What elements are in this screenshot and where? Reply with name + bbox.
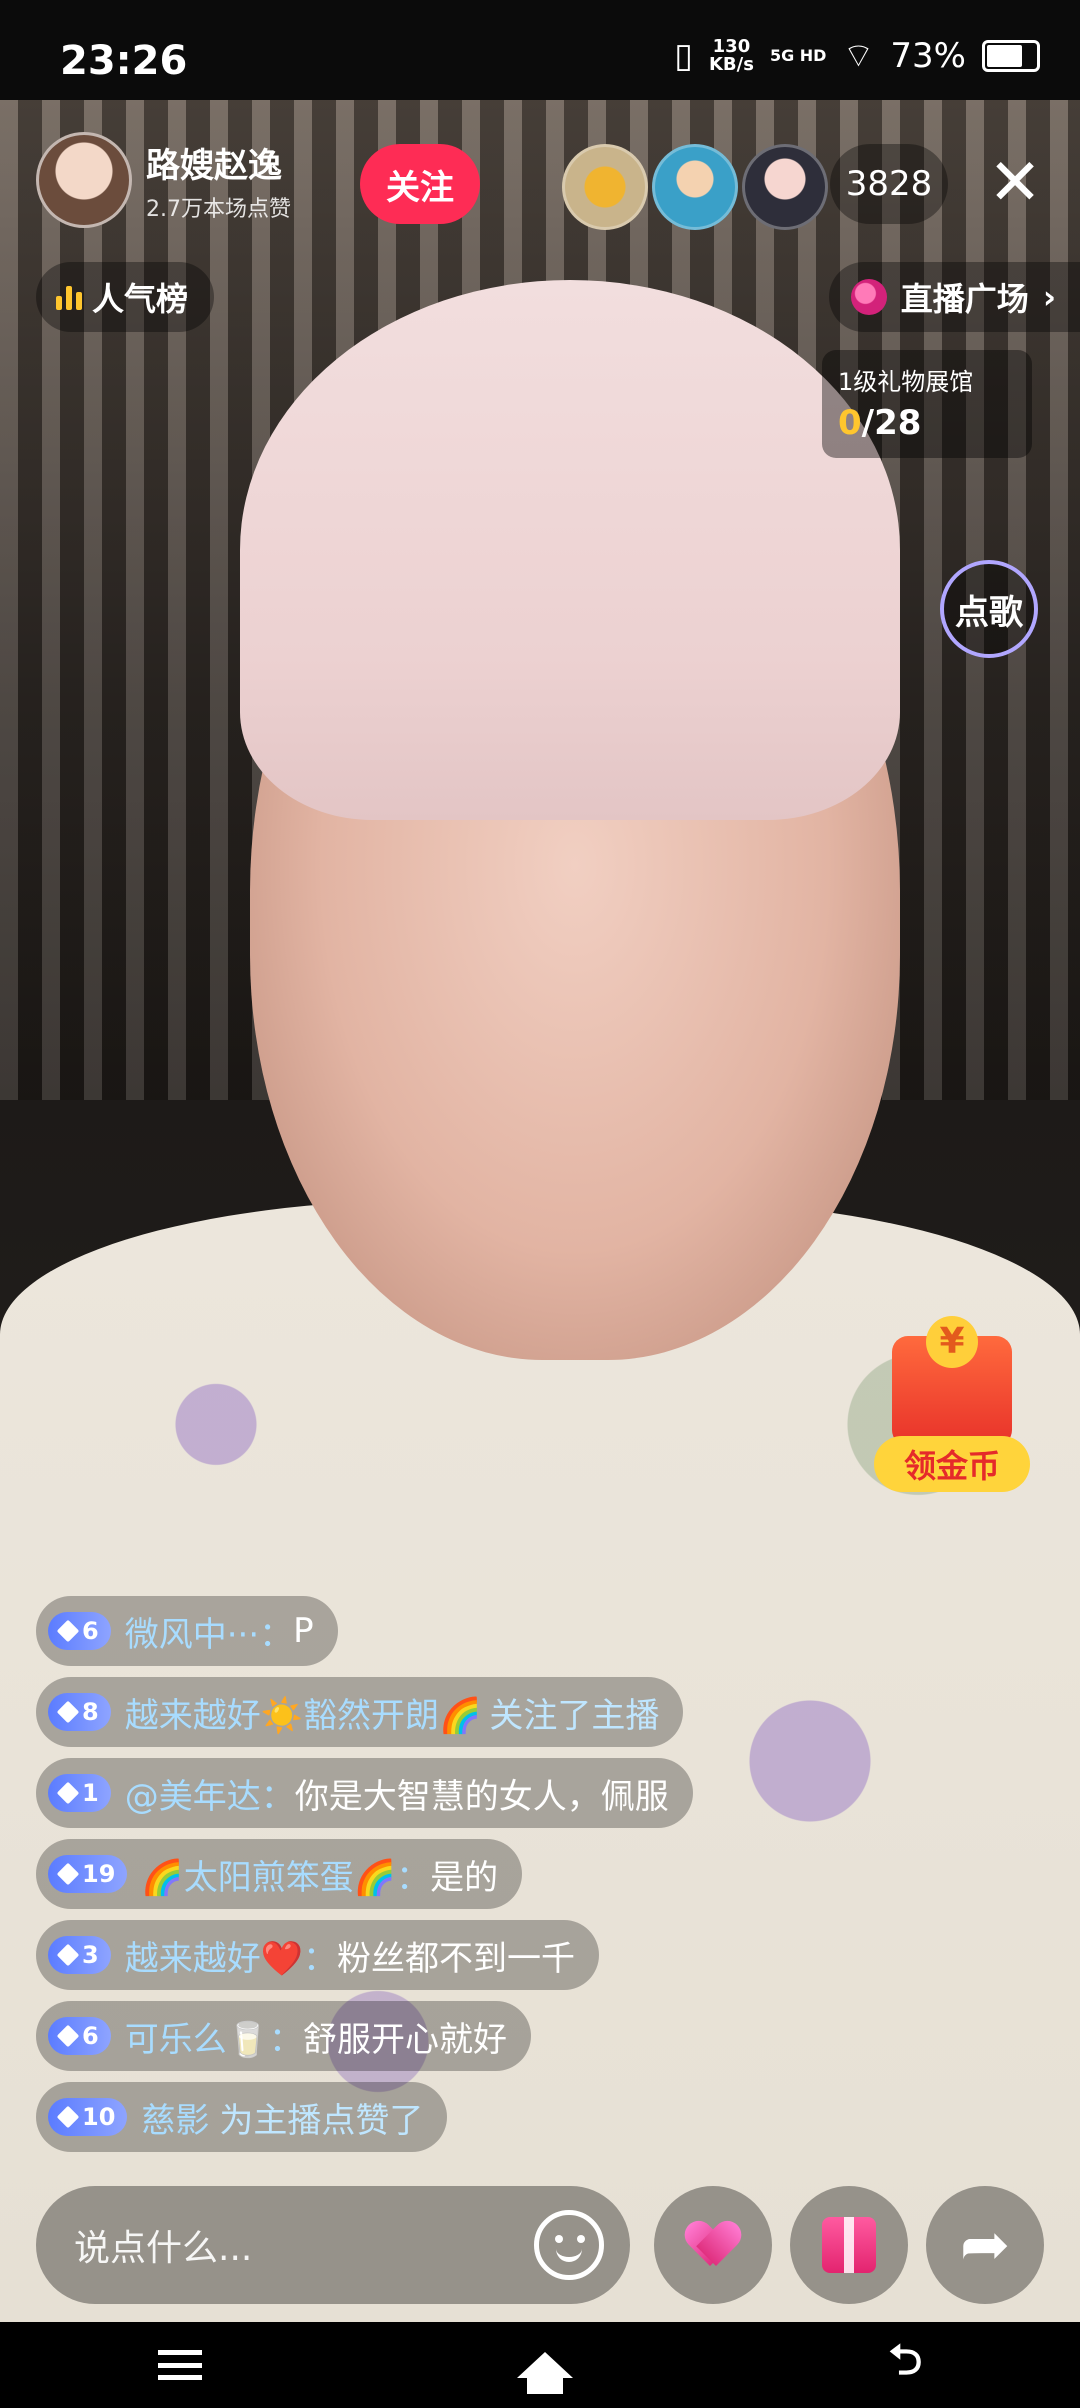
host-name: 路嫂赵逸 [146,145,282,186]
live-square-label: 直播广场 [900,280,1029,318]
gift-hall-title: 1级礼物展馆 [838,368,974,396]
gift-icon [822,2217,876,2273]
chat-username[interactable]: 微风中···： [125,1607,293,1656]
wifi-icon: ⌔ [842,36,875,76]
gift-hall-current: 0 [838,403,862,443]
treasure-chest-icon [892,1316,1012,1446]
follow-button[interactable]: 关注 [360,144,480,224]
popularity-rank-button[interactable]: 人气榜 [36,262,215,332]
chevron-right-icon: › [1042,278,1056,316]
host-info[interactable]: 路嫂赵逸 2.7万本场点赞 [36,132,291,228]
fan-level: 8 [82,1698,99,1726]
fan-level-badge: 3 [48,1936,111,1974]
comment-input[interactable]: 说点什么... [36,2186,630,2304]
battery-icon [982,39,1040,72]
status-icons: ▯ 130 KB/s 5G HD ⌔ 73% [674,34,1040,77]
host-likes: 2.7万本场点赞 [146,196,291,222]
emoji-icon[interactable] [534,2210,604,2280]
menu-icon[interactable] [157,2350,202,2380]
heart-icon [688,2222,738,2268]
chat-message[interactable]: 6 微风中···： P [36,1596,338,1666]
diamond-icon [56,1781,80,1805]
gift-hall-progress: 0/28 [838,403,1016,443]
network-type: 5G HD [769,45,827,65]
diamond-icon [56,1862,80,1886]
gift-hall-total: /28 [861,403,922,443]
fan-level-badge: 10 [48,2098,128,2136]
fan-level-badge: 19 [48,1855,128,1893]
chat-username[interactable]: 🌈太阳煎笨蛋🌈： [141,1850,430,1899]
fan-level-badge: 1 [48,1774,111,1812]
gift-hall-card[interactable]: 1级礼物展馆 0/28 [822,350,1032,458]
viewer-avatar[interactable] [652,144,738,230]
fan-level-badge: 6 [48,2017,111,2055]
chat-username[interactable]: 慈影 [141,2093,209,2142]
chat-username[interactable]: 越来越好❤️： [125,1931,337,1980]
diamond-icon [56,1619,80,1643]
chat-text: 舒服开心就好 [303,2019,508,2060]
fan-level: 6 [82,2022,99,2050]
system-nav-bar: ⮌ [0,2322,1080,2408]
battery-percent: 73% [890,35,966,76]
claim-coins-label: 领金币 [874,1436,1030,1492]
chat-message[interactable]: 1 @美年达： 你是大智慧的女人，佩服 [36,1758,693,1828]
fan-level-badge: 8 [48,1693,111,1731]
chat-list[interactable]: 6 微风中···： P 8 越来越好☀️豁然开朗🌈 关注了主播 1 @美年达： … [36,1596,796,2163]
chat-text: P [293,1611,314,1651]
chat-message[interactable]: 19 🌈太阳煎笨蛋🌈： 是的 [36,1839,523,1909]
chat-username[interactable]: 可乐么🥛： [125,2012,303,2061]
song-request-button[interactable]: 点歌 [940,560,1038,658]
chat-text: 是的 [430,1857,499,1898]
chat-notice: 关注了主播 [489,1695,660,1736]
chat-text: 你是大智慧的女人，佩服 [294,1776,669,1817]
status-time: 23:26 [60,38,188,84]
viewer-count[interactable]: 3828 [830,144,948,224]
chat-message[interactable]: 8 越来越好☀️豁然开朗🌈 关注了主播 [36,1677,684,1747]
vibrate-icon: ▯ [674,35,693,76]
status-bar: 23:26 ▯ 130 KB/s 5G HD ⌔ 73% [0,0,1080,100]
fan-level: 10 [82,2103,116,2131]
fan-level: 3 [82,1941,99,1969]
chat-message[interactable]: 10 慈影 为主播点赞了 [36,2082,448,2152]
chat-message[interactable]: 3 越来越好❤️： 粉丝都不到一千 [36,1920,600,1990]
fan-level: 1 [82,1779,99,1807]
net-speed: 130 KB/s [708,35,754,75]
share-button[interactable]: ➦ [926,2186,1044,2304]
fan-level: 19 [82,1860,116,1888]
chat-text: 粉丝都不到一千 [337,1938,576,1979]
home-icon[interactable] [517,2352,574,2394]
back-icon[interactable]: ⮌ [889,2330,923,2401]
rank-bars-icon [56,284,82,310]
fan-level-badge: 6 [48,1612,111,1650]
diamond-icon [56,1700,80,1724]
comment-placeholder: 说点什么... [74,2228,253,2269]
rank-label: 人气榜 [92,280,189,318]
streamer-hat [240,280,900,820]
claim-coins-button[interactable]: 领金币 [862,1296,1042,1496]
live-square-button[interactable]: 直播广场 › [828,262,1080,332]
net-speed-unit: KB/s [708,53,754,75]
close-icon[interactable]: ✕ [980,150,1050,220]
diamond-icon [56,2105,80,2129]
host-avatar[interactable] [36,132,132,228]
viewer-avatar[interactable] [562,144,648,230]
diamond-icon [56,2024,80,2048]
like-button[interactable] [654,2186,772,2304]
chat-username[interactable]: 越来越好☀️豁然开朗🌈 [125,1688,482,1737]
live-square-icon [850,279,887,315]
viewer-avatar[interactable] [742,144,828,230]
diamond-icon [56,1943,80,1967]
chat-message[interactable]: 6 可乐么🥛： 舒服开心就好 [36,2001,532,2071]
gift-button[interactable] [790,2186,908,2304]
net-speed-value: 130 [712,35,751,57]
chat-username[interactable]: @美年达： [125,1769,295,1818]
fan-level: 6 [82,1617,99,1645]
chat-notice: 为主播点赞了 [219,2100,424,2141]
share-icon: ➦ [959,2210,1011,2280]
